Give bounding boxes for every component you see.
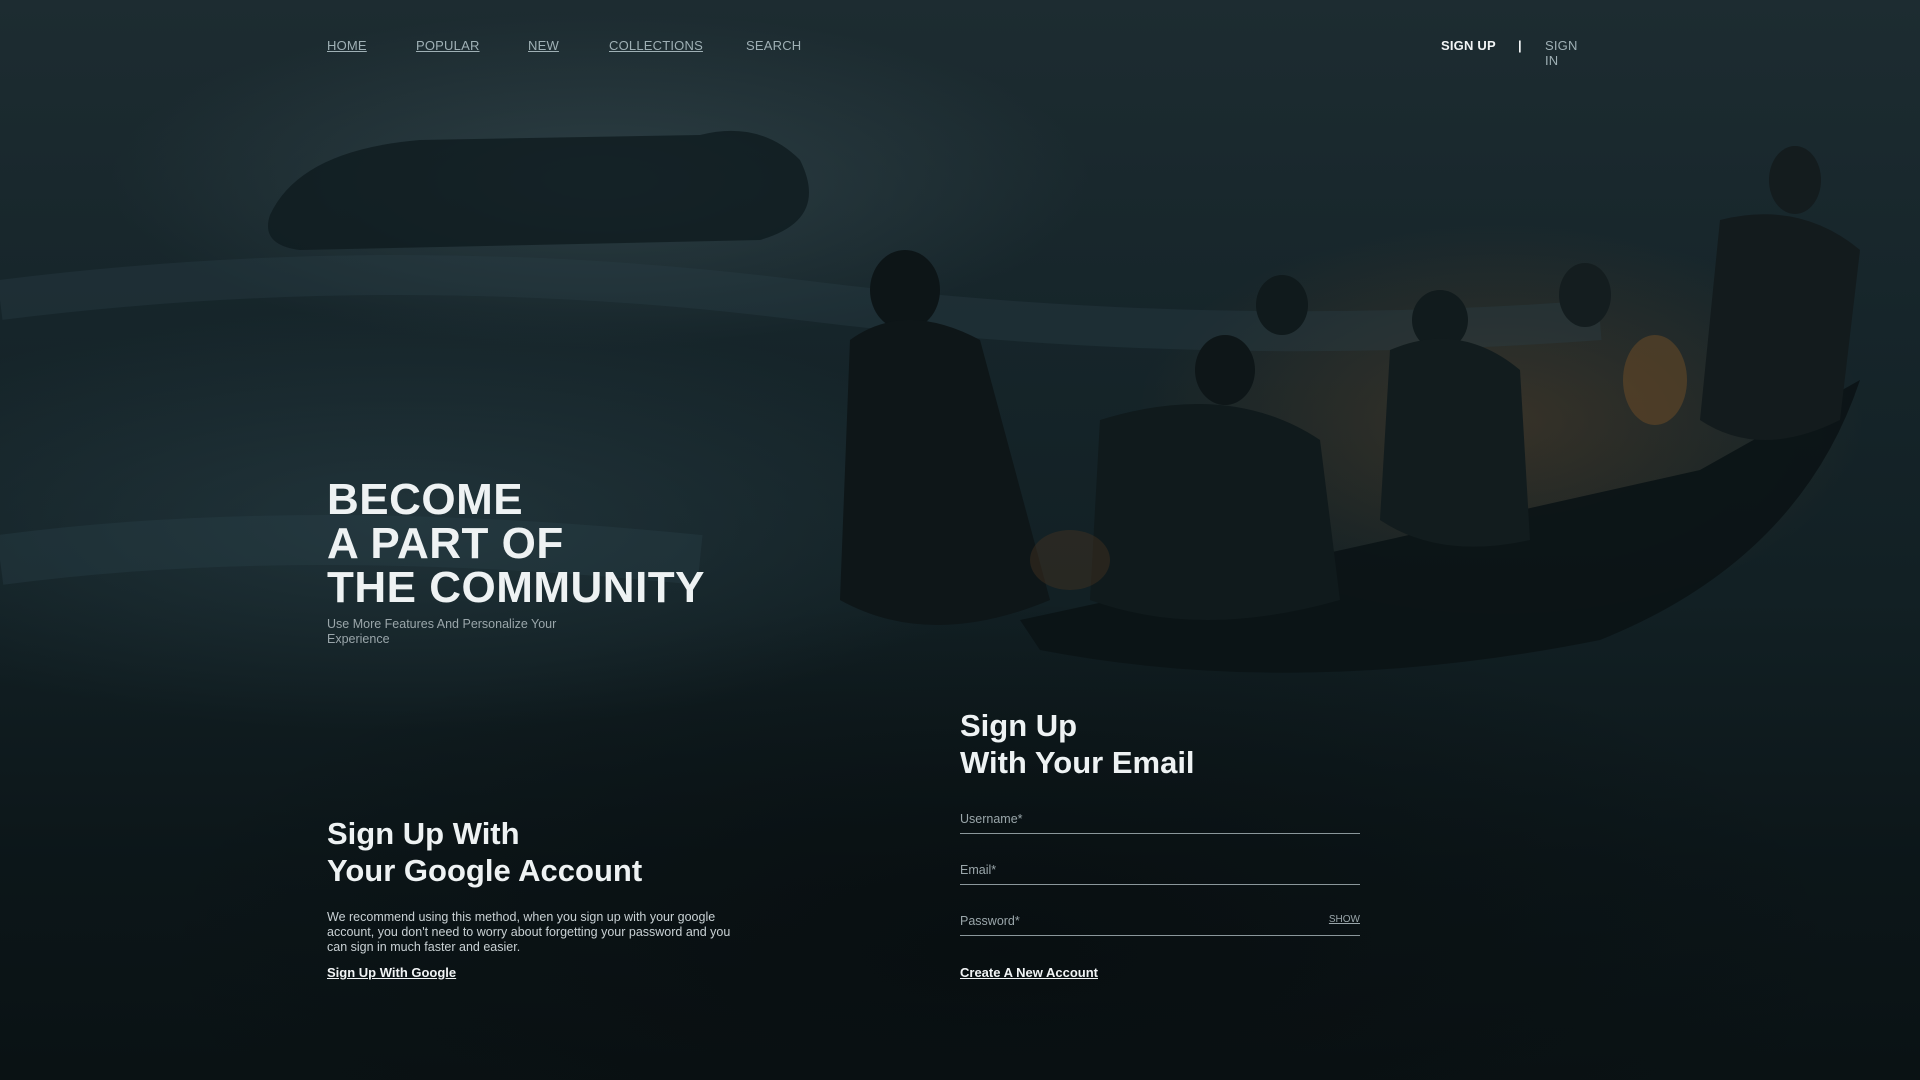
password-field: SHOW <box>960 907 1360 936</box>
hero-title-line: A PART OF <box>327 519 564 568</box>
nav-divider: | <box>1518 38 1522 53</box>
top-navigation: HOME POPULAR NEW COLLECTIONS SEARCH SIGN… <box>327 38 1593 68</box>
email-title-line: Sign Up <box>960 708 1078 743</box>
google-signup-title: Sign Up With Your Google Account <box>327 815 642 889</box>
hero-title: BECOME A PART OF THE COMMUNITY <box>327 478 705 610</box>
email-field <box>960 856 1360 885</box>
nav-collections-link[interactable]: COLLECTIONS <box>609 38 703 53</box>
show-password-toggle[interactable]: SHOW <box>1329 914 1360 925</box>
hero-subtitle: Use More Features And Personalize Your E… <box>327 617 557 646</box>
create-account-link[interactable]: Create A New Account <box>960 965 1098 980</box>
email-input[interactable] <box>960 860 1320 880</box>
email-signup-title: Sign Up With Your Email <box>960 707 1195 781</box>
nav-signup-link[interactable]: SIGN UP <box>1441 38 1496 53</box>
email-title-line: With Your Email <box>960 745 1195 780</box>
nav-signin-link[interactable]: SIGN IN <box>1545 38 1593 68</box>
nav-search-link[interactable]: SEARCH <box>746 38 801 53</box>
google-signup-description: We recommend using this method, when you… <box>327 910 731 954</box>
google-title-line: Your Google Account <box>327 853 643 888</box>
nav-new-link[interactable]: NEW <box>528 38 559 53</box>
username-field <box>960 805 1360 834</box>
nav-popular-link[interactable]: POPULAR <box>416 38 480 53</box>
username-input[interactable] <box>960 809 1320 829</box>
password-input[interactable] <box>960 911 1320 931</box>
hero-title-line: BECOME <box>327 475 524 524</box>
hero-title-line: THE COMMUNITY <box>327 563 706 612</box>
google-title-line: Sign Up With <box>327 816 520 851</box>
nav-home-link[interactable]: HOME <box>327 38 367 53</box>
signup-with-google-link[interactable]: Sign Up With Google <box>327 965 456 980</box>
